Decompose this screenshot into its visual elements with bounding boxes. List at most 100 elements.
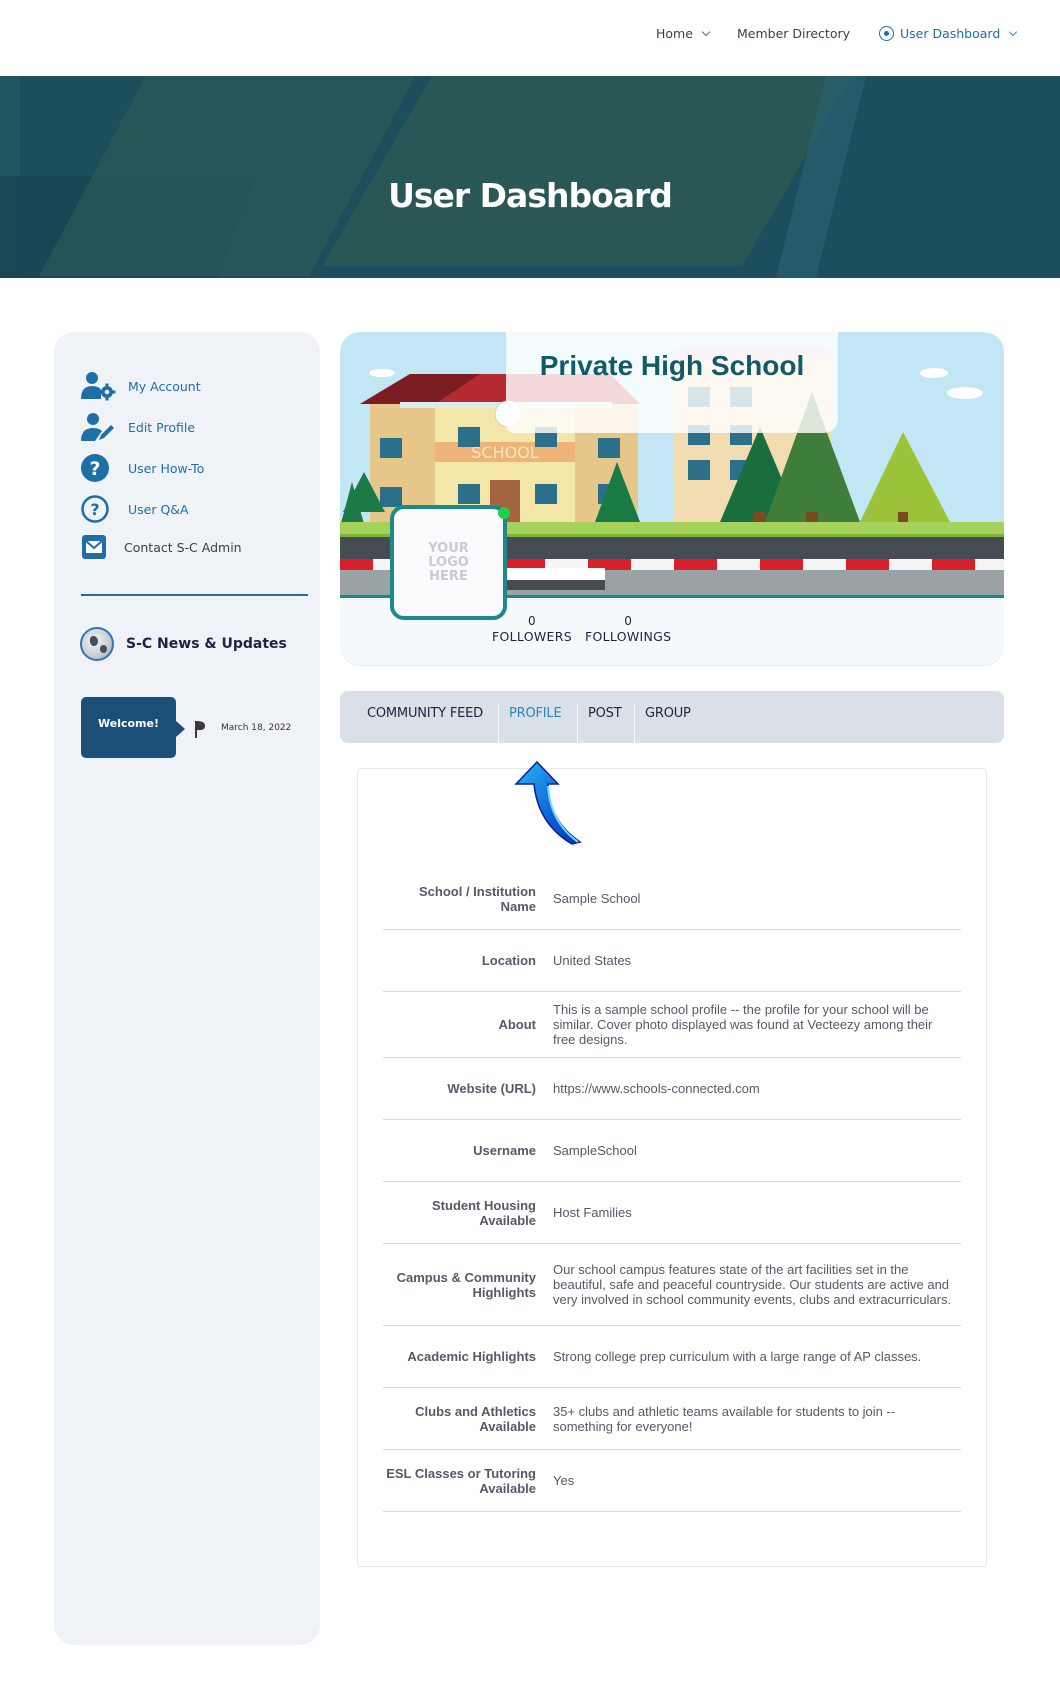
profile-field-label: Clubs and Athletics Available	[415, 1403, 536, 1434]
profile-field-value: Yes	[553, 1473, 575, 1488]
profile-field-row: Username SampleSchool	[383, 1120, 961, 1182]
user-gear-icon	[80, 370, 116, 402]
sidebar-item-my-account[interactable]: My Account	[80, 370, 201, 402]
followings-count[interactable]: 0 FOLLOWINGS	[585, 614, 671, 644]
profile-field-value: United States	[553, 953, 632, 968]
sidebar-item-contact-admin[interactable]: Contact S-C Admin	[80, 531, 242, 563]
tab-label: GROUP	[645, 705, 691, 721]
nav-user-dashboard[interactable]: User Dashboard	[879, 26, 1018, 41]
profile-field-value: This is a sample school profile -- the p…	[553, 1002, 933, 1047]
curb-stripe	[975, 559, 1004, 570]
school-name: Private High School	[539, 350, 805, 381]
school-name-panel: Private High School	[506, 332, 838, 433]
profile-field-label: Academic Highlights	[407, 1349, 536, 1364]
question-circle-filled-icon: ?	[80, 452, 116, 484]
curb-stripe	[717, 559, 760, 570]
tab-divider	[498, 703, 499, 743]
hero-banner: User Dashboard	[0, 76, 1060, 278]
envelope-icon	[80, 531, 112, 563]
sidebar-item-user-how-to[interactable]: ? User How-To	[80, 452, 204, 484]
svg-text:?: ?	[90, 500, 99, 519]
news-post-date: March 18, 2022	[221, 723, 292, 733]
curb-stripe	[846, 559, 889, 570]
profile-field-label: Campus & Community Highlights	[396, 1269, 536, 1300]
profile-field-row: About This is a sample school profile -- …	[383, 992, 961, 1058]
curb-stripe	[340, 559, 373, 570]
curb-stripe	[674, 559, 717, 570]
followers-count[interactable]: 0 FOLLOWERS	[492, 614, 572, 644]
sidebar-item-label: My Account	[128, 378, 201, 394]
tab-divider	[577, 703, 578, 743]
sidebar-item-user-qa[interactable]: ? User Q&A	[80, 493, 189, 525]
curved-arrow-up-icon	[514, 760, 582, 845]
profile-field-row: Website (URL) https://www.schools-connect…	[383, 1058, 961, 1120]
online-status-dot	[498, 507, 510, 519]
page-title: User Dashboard	[388, 176, 673, 215]
followings-label: FOLLOWINGS	[585, 629, 672, 644]
tab-group[interactable]: GROUP	[645, 691, 691, 743]
svg-text:?: ?	[89, 458, 100, 480]
news-post-welcome[interactable]: Welcome!	[81, 697, 185, 758]
globe-icon	[80, 627, 114, 661]
news-header: S-C News & Updates	[80, 627, 287, 661]
tab-label: PROFILE	[509, 705, 562, 721]
sidebar-divider	[81, 594, 308, 596]
logo-placeholder-text: YOUR LOGO HERE	[428, 540, 469, 584]
tab-divider	[634, 703, 635, 743]
chevron-down-icon	[701, 27, 711, 36]
profile-field-value: 35+ clubs and athletic teams available f…	[553, 1403, 896, 1434]
school-logo[interactable]: YOUR LOGO HERE	[390, 505, 507, 620]
curb-stripe	[889, 559, 932, 570]
banner-decoration	[322, 76, 858, 266]
nav-member-directory[interactable]: Member Directory	[737, 26, 850, 41]
profile-field-row: Clubs and Athletics Available 35+ clubs a…	[383, 1388, 961, 1450]
question-circle-outline-icon: ?	[80, 493, 116, 525]
flag-icon	[194, 720, 206, 738]
profile-field-row: Academic Highlights Strong college prep c…	[383, 1326, 961, 1388]
profile-field-label: Student Housing Available	[432, 1197, 536, 1228]
profile-field-label: ESL Classes or Tutoring Available	[386, 1465, 536, 1496]
curb-stripe	[932, 559, 975, 570]
profile-field-row: ESL Classes or Tutoring Available Yes	[383, 1450, 961, 1512]
curb-stripe	[760, 559, 803, 570]
profile-field-value: Host Families	[553, 1205, 632, 1220]
sidebar-item-label: Edit Profile	[128, 419, 196, 435]
curb-stripe	[631, 559, 674, 570]
nav-home[interactable]: Home	[656, 26, 711, 41]
tab-profile[interactable]: PROFILE	[509, 691, 562, 743]
news-title: S-C News & Updates	[126, 636, 287, 652]
tab-community-feed[interactable]: COMMUNITY FEED	[367, 691, 483, 743]
profile-field-row: School / Institution Name Sample School	[383, 868, 961, 930]
profile-field-row: Location United States	[383, 930, 961, 992]
followers-label: FOLLOWERS	[492, 629, 572, 644]
profile-header-card: SCHOOL Private High School YOUR LOGO HER…	[340, 332, 1004, 666]
curb-stripe	[803, 559, 846, 570]
nav-home-label: Home	[656, 26, 693, 41]
sidebar-item-label: User How-To	[128, 460, 205, 476]
profile-field-value: Our school campus features state of the …	[553, 1262, 952, 1307]
cover-sign-text: SCHOOL	[471, 443, 539, 462]
radio-dot-icon	[879, 26, 894, 41]
profile-field-label: Username	[473, 1143, 536, 1158]
profile-field-label: Website (URL)	[447, 1081, 536, 1096]
sidebar-item-edit-profile[interactable]: Edit Profile	[80, 411, 195, 443]
profile-tabs: COMMUNITY FEED PROFILE POST GROUP	[340, 691, 1004, 743]
tab-label: POST	[588, 705, 622, 721]
nav-user-dashboard-label: User Dashboard	[900, 26, 1001, 41]
sidebar-item-label: Contact S-C Admin	[124, 539, 242, 555]
profile-field-row: Student Housing Available Host Families	[383, 1182, 961, 1244]
tab-post[interactable]: POST	[588, 691, 622, 743]
profile-field-label: School / Institution Name	[419, 883, 536, 914]
followings-value: 0	[624, 614, 633, 628]
chevron-down-icon	[1009, 27, 1018, 36]
nav-member-directory-label: Member Directory	[737, 26, 851, 41]
top-navigation: Home Member Directory User Dashboard	[0, 0, 1060, 76]
profile-field-label: About	[498, 1017, 536, 1032]
sidebar: My Account Edit Profile ? User How-To ? …	[54, 332, 320, 1645]
tab-label: COMMUNITY FEED	[367, 705, 483, 721]
profile-field-value[interactable]: https://www.schools-connected.com	[553, 1081, 953, 1096]
profile-field-value: Sample School	[553, 891, 641, 906]
profile-field-label: Location	[481, 953, 536, 968]
followers-value: 0	[528, 614, 536, 628]
news-post-title: Welcome!	[98, 717, 159, 730]
